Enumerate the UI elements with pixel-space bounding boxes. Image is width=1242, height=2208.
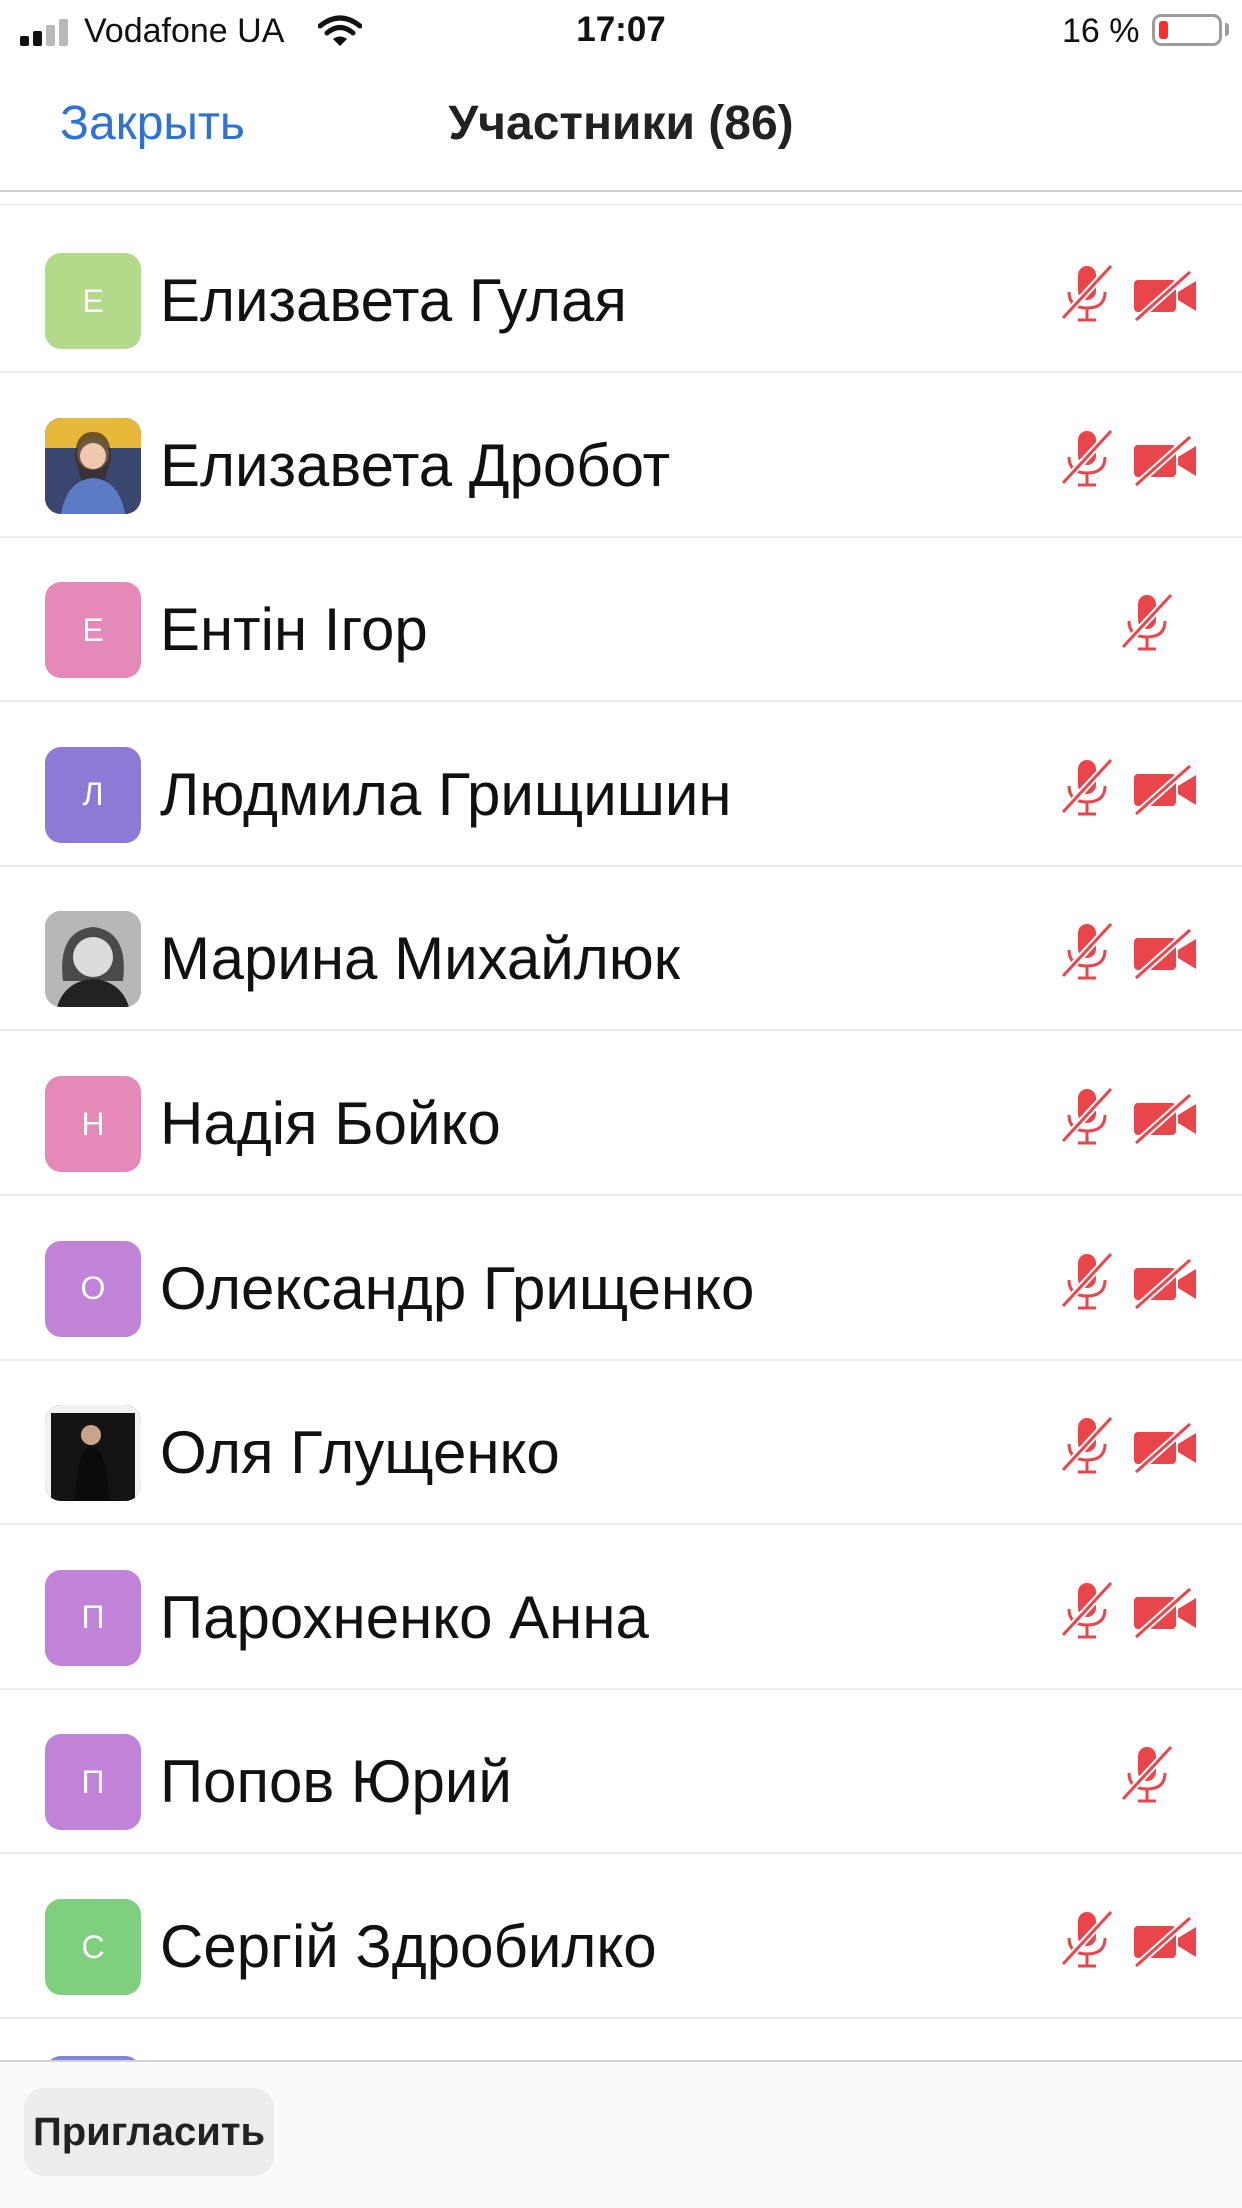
avatar (45, 417, 141, 514)
invite-button[interactable]: Пригласить (24, 2088, 274, 2176)
participant-name: Елизавета Гулая (160, 267, 627, 334)
video-off-icon (1132, 1421, 1198, 1475)
participant-name: Парохненко Анна (160, 1583, 649, 1651)
mic-muted-icon (1057, 1579, 1117, 1643)
participant-row[interactable]: Оля Глущенко (0, 1360, 1242, 1526)
mic-muted-icon (1057, 920, 1117, 984)
status-bar: Vodafone UA 17:07 16 % (0, 0, 1242, 64)
page-title: Участники (86) (448, 97, 794, 150)
participant-name: Марина Михайлюк (160, 925, 681, 993)
participant-row[interactable]: П Парохненко Анна (0, 1525, 1242, 1690)
video-off-icon (1132, 1586, 1198, 1640)
mic-muted-icon (1057, 427, 1117, 491)
participant-name: Елизавета Дробот (160, 431, 671, 499)
video-off-icon (1132, 1092, 1198, 1146)
mic-muted-icon (1057, 756, 1117, 820)
mic-muted-icon (1057, 1250, 1117, 1314)
video-off-icon (1132, 927, 1198, 982)
participant-name: Надія Бойко (160, 1090, 501, 1157)
participant-row[interactable]: Марина Михайлюк (0, 866, 1242, 1032)
participant-row[interactable]: Е Елизавета Гулая (0, 208, 1242, 373)
avatar: Е (45, 582, 141, 679)
video-off-icon (1132, 1256, 1198, 1311)
avatar (45, 1405, 141, 1502)
participant-row[interactable]: Елизавета Дробот (0, 373, 1242, 538)
video-off-icon (1132, 763, 1198, 817)
participant-row[interactable]: О Олександр Грищенко (0, 1196, 1242, 1361)
participant-name: Олександр Грищенко (160, 1254, 755, 1322)
video-off-icon (1132, 1915, 1198, 1969)
bottom-toolbar: Пригласить (0, 2060, 1242, 2208)
participant-name: Оля Глущенко (160, 1419, 560, 1487)
participant-name: Попов Юрий (160, 1748, 512, 1816)
list-divider (0, 204, 1242, 205)
status-time: 17:07 (576, 10, 666, 49)
battery-icon (1152, 14, 1222, 46)
participant-list[interactable]: Е Елизавета Гулая Елизавета Дробот Е Ент… (0, 194, 1242, 2060)
avatar: Н (45, 1076, 141, 1172)
avatar: П (45, 1569, 141, 1666)
participant-row[interactable]: П Попов Юрий (0, 1689, 1242, 1855)
participant-row[interactable]: Н Надія Бойко (0, 1031, 1242, 1196)
participant-name: Ентін Ігор (160, 596, 428, 664)
participants-screen: Vodafone UA 17:07 16 % Закрыть Участники… (0, 0, 1242, 2208)
participant-row[interactable]: Л Людмила Грищишин (0, 702, 1242, 867)
video-off-icon (1132, 269, 1198, 323)
mic-muted-icon (1057, 262, 1117, 326)
mic-muted-icon (1117, 591, 1177, 655)
mic-muted-icon (1057, 1085, 1117, 1149)
participant-row[interactable]: С Сергій Здробилко (0, 1854, 1242, 2019)
avatar: Л (45, 746, 141, 843)
participant-name: Сергій Здробилко (160, 1913, 657, 1980)
participant-name: Людмила Грищишин (160, 760, 732, 828)
avatar: О (45, 1240, 141, 1337)
battery-percent: 16 % (1062, 12, 1140, 50)
mic-muted-icon (1057, 1908, 1117, 1972)
battery-tip (1225, 23, 1229, 36)
avatar: П (45, 1734, 141, 1831)
participant-row[interactable]: Е Ентін Ігор (0, 537, 1242, 703)
video-off-icon (1132, 433, 1198, 488)
avatar: С (45, 1899, 141, 1995)
avatar: Е (45, 253, 141, 349)
nav-bar: Закрыть Участники (86) (0, 64, 1242, 192)
mic-muted-icon (1057, 1414, 1117, 1478)
avatar (45, 911, 141, 1008)
mic-muted-icon (1117, 1743, 1177, 1807)
